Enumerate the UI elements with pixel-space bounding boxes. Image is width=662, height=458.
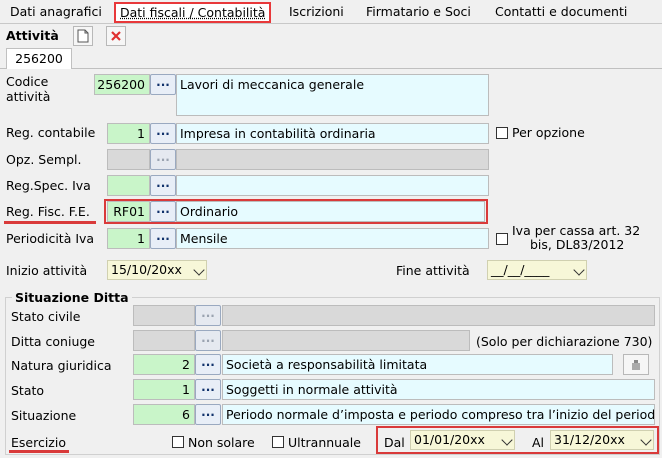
- reg-fisc-fe-description: Ordinario: [176, 201, 485, 222]
- inizio-attivita-label: Inizio attività: [6, 263, 88, 278]
- stato-civile-label: Stato civile: [11, 309, 81, 324]
- periodicita-iva-lookup-button[interactable]: ...: [150, 228, 176, 249]
- new-document-icon: [77, 29, 89, 43]
- stato-description: Soggetti in normale attività: [222, 379, 655, 400]
- natura-giuridica-lookup-button[interactable]: ...: [195, 354, 221, 375]
- al-label: Al: [532, 435, 545, 450]
- stato-civile-lookup-button[interactable]: ...: [195, 305, 221, 326]
- fine-attivita-date-picker[interactable]: __/__/____: [487, 260, 587, 280]
- opz-sempl-lookup-button[interactable]: ...: [150, 149, 176, 170]
- natura-giuridica-edit-button[interactable]: [623, 354, 649, 375]
- ditta-coniuge-note: (Solo per dichiarazione 730): [476, 334, 653, 349]
- tab-firmatario-e-soci[interactable]: Firmatario e Soci: [366, 4, 471, 19]
- section-title-attivita: Attività: [6, 28, 59, 43]
- situazione-label: Situazione: [11, 408, 77, 423]
- ditta-coniuge-code[interactable]: [133, 330, 195, 351]
- situazione-lookup-button[interactable]: ...: [195, 404, 221, 425]
- iva-per-cassa-checkbox[interactable]: [496, 233, 508, 245]
- non-solare-label: Non solare: [188, 435, 255, 450]
- dal-value: 01/01/20xx: [414, 432, 485, 447]
- chevron-down-icon: [193, 264, 205, 276]
- esercizio-label: Esercizio: [11, 435, 66, 450]
- opz-sempl-code[interactable]: [107, 149, 150, 170]
- dal-label: Dal: [384, 435, 405, 450]
- tab-dati-fiscali-label: Dati fiscali / Contabilità: [120, 5, 266, 20]
- reg-fisc-fe-code[interactable]: RF01: [107, 201, 150, 222]
- fine-attivita-value: __/__/____: [491, 262, 550, 277]
- situazione-code[interactable]: 6: [133, 404, 195, 425]
- ditta-coniuge-label: Ditta coniuge: [11, 334, 95, 349]
- fine-attivita-label: Fine attività: [396, 263, 470, 278]
- al-value: 31/12/20xx: [554, 432, 625, 447]
- chevron-down-icon: [640, 434, 652, 446]
- stato-code[interactable]: 1: [133, 379, 195, 400]
- codice-attivita-description: Lavori di meccanica generale: [176, 74, 489, 116]
- edit-icon: [632, 359, 640, 370]
- codice-attivita-label: Codice attività: [6, 74, 51, 104]
- reg-contabile-label: Reg. contabile: [6, 125, 96, 140]
- situazione-ditta-title: Situazione Ditta: [12, 290, 132, 305]
- reg-spec-iva-code[interactable]: [107, 175, 150, 196]
- tab-dati-fiscali-contabilita[interactable]: Dati fiscali / Contabilità: [114, 2, 272, 23]
- dal-date-picker[interactable]: 01/01/20xx: [410, 430, 515, 450]
- ultrannuale-checkbox[interactable]: [272, 436, 284, 448]
- reg-contabile-code[interactable]: 1: [107, 123, 150, 144]
- iva-per-cassa-label-line1: Iva per cassa art. 32: [512, 223, 641, 238]
- situazione-description: Periodo normale d’imposta e periodo comp…: [222, 404, 655, 425]
- periodicita-iva-label: Periodicità Iva: [6, 231, 95, 246]
- opz-sempl-description: [176, 149, 489, 170]
- iva-per-cassa-label-line2: bis, DL83/2012: [530, 237, 625, 252]
- inizio-attivita-date-picker[interactable]: 15/10/20xx: [107, 260, 207, 280]
- inizio-attivita-value: 15/10/20xx: [111, 262, 182, 277]
- opz-sempl-label: Opz. Sempl.: [6, 152, 82, 167]
- tab-dati-anagrafici[interactable]: Dati anagrafici: [10, 4, 102, 19]
- panel-divider: [0, 68, 662, 69]
- reg-fisc-fe-lookup-button[interactable]: ...: [150, 201, 176, 222]
- reg-spec-iva-lookup-button[interactable]: ...: [150, 175, 176, 196]
- reg-fisc-fe-underline: [4, 221, 96, 224]
- ditta-coniuge-description: [222, 330, 470, 351]
- natura-giuridica-description: Società a responsabilità limitata: [222, 354, 613, 375]
- periodicita-iva-description: Mensile: [176, 228, 489, 249]
- reg-contabile-lookup-button[interactable]: ...: [150, 123, 176, 144]
- ditta-coniuge-lookup-button[interactable]: ...: [195, 330, 221, 351]
- reg-fisc-fe-label: Reg. Fisc. F.E.: [6, 204, 90, 219]
- periodicita-iva-code[interactable]: 1: [107, 228, 150, 249]
- non-solare-checkbox[interactable]: [172, 436, 184, 448]
- delete-button[interactable]: [106, 26, 126, 46]
- stato-label: Stato: [11, 383, 45, 398]
- per-opzione-checkbox[interactable]: [496, 127, 508, 139]
- natura-giuridica-code[interactable]: 2: [133, 354, 195, 375]
- per-opzione-label: Per opzione: [512, 125, 585, 140]
- natura-giuridica-label: Natura giuridica: [11, 358, 112, 373]
- reg-contabile-description: Impresa in contabilità ordinaria: [176, 123, 489, 144]
- tab-contatti-e-documenti[interactable]: Contatti e documenti: [495, 4, 627, 19]
- stato-lookup-button[interactable]: ...: [195, 379, 221, 400]
- esercizio-underline: [9, 450, 69, 453]
- delete-x-icon: [111, 31, 121, 41]
- reg-spec-iva-label: Reg.Spec. Iva: [6, 178, 91, 193]
- ultrannuale-label: Ultrannuale: [288, 435, 361, 450]
- codice-attivita-code[interactable]: 256200: [94, 74, 150, 95]
- new-document-button[interactable]: [73, 26, 93, 46]
- stato-civile-description: [222, 305, 655, 326]
- subtab-activity-code[interactable]: 256200: [6, 48, 72, 69]
- reg-spec-iva-description: [176, 175, 489, 196]
- codice-attivita-lookup-button[interactable]: ...: [150, 74, 176, 95]
- chevron-down-icon: [501, 434, 513, 446]
- chevron-down-icon: [573, 264, 585, 276]
- stato-civile-code[interactable]: [133, 305, 195, 326]
- tab-iscrizioni[interactable]: Iscrizioni: [289, 4, 344, 19]
- al-date-picker[interactable]: 31/12/20xx: [550, 430, 654, 450]
